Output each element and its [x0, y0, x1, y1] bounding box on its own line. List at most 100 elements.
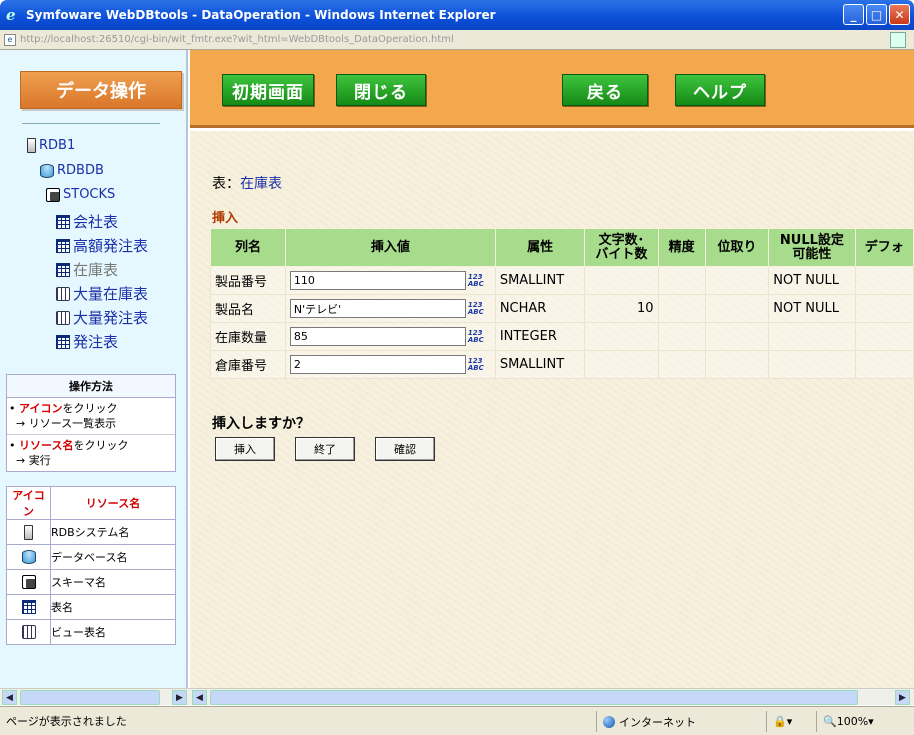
tree-table-2[interactable]: 在庫表: [56, 259, 118, 280]
value-input[interactable]: [289, 271, 466, 290]
tree-rdb-label[interactable]: RDB1: [39, 138, 75, 153]
tree-table-label[interactable]: 大量在庫表: [73, 283, 148, 304]
cell-length: 10: [584, 294, 659, 323]
scroll-right-button[interactable]: ▶: [172, 690, 187, 705]
cell-precision: [657, 266, 706, 295]
section-title: 挿入: [212, 211, 239, 226]
header-value: 挿入値: [284, 228, 496, 267]
scroll-thumb[interactable]: [210, 690, 858, 705]
cell-colname: 倉庫番号: [210, 350, 286, 379]
cell-type: SMALLINT: [494, 266, 586, 295]
cell-type: SMALLINT: [494, 350, 586, 379]
rdb-system-icon: [24, 524, 33, 540]
maximize-button[interactable]: □: [866, 4, 887, 25]
howto-result: → リソース一覧表示: [16, 417, 117, 430]
zoom-dropdown-icon[interactable]: ▾: [868, 715, 874, 728]
scroll-right-button[interactable]: ▶: [895, 690, 910, 705]
zoom-icon[interactable]: 🔍: [823, 715, 837, 728]
scroll-left-button[interactable]: ◀: [2, 690, 17, 705]
cell-value: 123ABC: [284, 294, 496, 323]
howto-box: 操作方法 • アイコンをクリック → リソース一覧表示 • リソース名をクリック…: [6, 374, 176, 472]
zoom-control[interactable]: 🔍 100% ▾: [816, 711, 914, 732]
database-icon[interactable]: [40, 163, 54, 178]
legend-name: ビュー表名: [50, 619, 176, 645]
help-button[interactable]: ヘルプ: [675, 74, 765, 106]
back-button[interactable]: 戻る: [562, 74, 648, 106]
cell-colname: 製品名: [210, 294, 286, 323]
cell-scale: [704, 350, 770, 379]
tree-rdb[interactable]: RDB1: [27, 138, 75, 153]
table-icon[interactable]: [56, 214, 70, 229]
zone-indicator: インターネット: [596, 711, 766, 732]
value-input[interactable]: [289, 355, 466, 374]
tree-table-0[interactable]: 会社表: [56, 211, 118, 232]
main-hscrollbar[interactable]: ◀ ▶: [190, 688, 914, 705]
cell-colname: 在庫数量: [210, 322, 286, 351]
confirm-button[interactable]: 確認: [375, 437, 435, 461]
initial-screen-button[interactable]: 初期画面: [222, 74, 314, 106]
abc-123-icon[interactable]: 123 ABC: [468, 273, 484, 288]
rdb-system-icon[interactable]: [27, 138, 36, 153]
howto-result: → 実行: [16, 454, 51, 467]
tree-table-1[interactable]: 高額発注表: [56, 235, 148, 256]
status-bar: ページが表示されました インターネット 🔒▾ 🔍 100% ▾: [0, 706, 914, 735]
cell-length: [584, 322, 659, 351]
minimize-button[interactable]: _: [843, 4, 864, 25]
table-header: 列名 挿入値 属性 文字数･ バイト数 精度 位取り NULL設定 可能性 デフォ: [210, 228, 914, 267]
table-icon[interactable]: [56, 334, 70, 349]
howto-item: • リソース名をクリック → 実行: [9, 439, 129, 467]
page-icon: e: [4, 33, 16, 46]
main-content: 表：在庫表 挿入 列名 挿入値 属性 文字数･ バイト数 精度 位取り NULL設…: [190, 131, 914, 688]
cell-scale: [704, 266, 770, 295]
tree-table-5[interactable]: 発注表: [56, 331, 118, 352]
table-title: 表：在庫表: [212, 173, 282, 193]
address-bar[interactable]: e http://localhost:26510/cgi-bin/wit_fmt…: [0, 30, 914, 50]
abc-123-icon[interactable]: 123 ABC: [468, 301, 484, 316]
close-button[interactable]: 閉じる: [336, 74, 426, 106]
view-icon[interactable]: [56, 286, 70, 301]
sidebar-hscrollbar[interactable]: ◀ ▶: [0, 688, 190, 705]
close-window-button[interactable]: ✕: [889, 4, 910, 25]
tree-db-label[interactable]: RDBDB: [57, 163, 104, 178]
header-precision: 精度: [657, 228, 706, 267]
zone-text: インターネット: [619, 715, 696, 729]
scroll-thumb[interactable]: [20, 690, 160, 705]
abc-123-icon[interactable]: 123 ABC: [468, 329, 484, 344]
scroll-left-button[interactable]: ◀: [192, 690, 207, 705]
tree-table-label[interactable]: 高額発注表: [73, 235, 148, 256]
tree-table-label[interactable]: 大量発注表: [73, 307, 148, 328]
table-label: 表：: [212, 176, 240, 192]
header-nullable: NULL設定 可能性: [768, 228, 856, 267]
tree-schema[interactable]: STOCKS: [46, 187, 115, 202]
divider: [22, 123, 160, 124]
view-icon[interactable]: [56, 310, 70, 325]
window-titlebar: e Symfoware WebDBtools - DataOperation -…: [0, 0, 914, 30]
abc-123-icon[interactable]: 123 ABC: [468, 357, 484, 372]
tree-table-label[interactable]: 在庫表: [73, 259, 118, 280]
tree-table-label[interactable]: 会社表: [73, 211, 118, 232]
database-icon: [21, 550, 36, 564]
table-icon[interactable]: [56, 238, 70, 253]
tree-table-3[interactable]: 大量在庫表: [56, 283, 148, 304]
insert-button[interactable]: 挿入: [215, 437, 275, 461]
cell-length: [584, 266, 659, 295]
tree-db[interactable]: RDBDB: [40, 163, 104, 178]
table-row: 製品名 123ABC NCHAR 10 NOT NULL: [210, 294, 914, 323]
legend-name: スキーマ名: [50, 569, 176, 595]
table-icon[interactable]: [56, 262, 70, 277]
howto-highlight: リソース名: [19, 439, 74, 452]
protected-mode[interactable]: 🔒▾: [766, 711, 816, 732]
protected-mode-icon[interactable]: 🔒▾: [773, 715, 792, 728]
table-row: 製品番号 123ABC SMALLINT NOT NULL: [210, 266, 914, 295]
end-button[interactable]: 終了: [295, 437, 355, 461]
table-name-link[interactable]: 在庫表: [240, 176, 282, 192]
tree-table-4[interactable]: 大量発注表: [56, 307, 148, 328]
value-input[interactable]: [289, 299, 466, 318]
schema-icon: [21, 575, 36, 589]
zoom-level[interactable]: 100%: [837, 715, 868, 728]
tree-schema-label[interactable]: STOCKS: [63, 187, 115, 202]
tree-table-label[interactable]: 発注表: [73, 331, 118, 352]
schema-icon[interactable]: [46, 187, 60, 202]
value-input[interactable]: [289, 327, 466, 346]
table-row: 倉庫番号 123ABC SMALLINT: [210, 350, 914, 379]
